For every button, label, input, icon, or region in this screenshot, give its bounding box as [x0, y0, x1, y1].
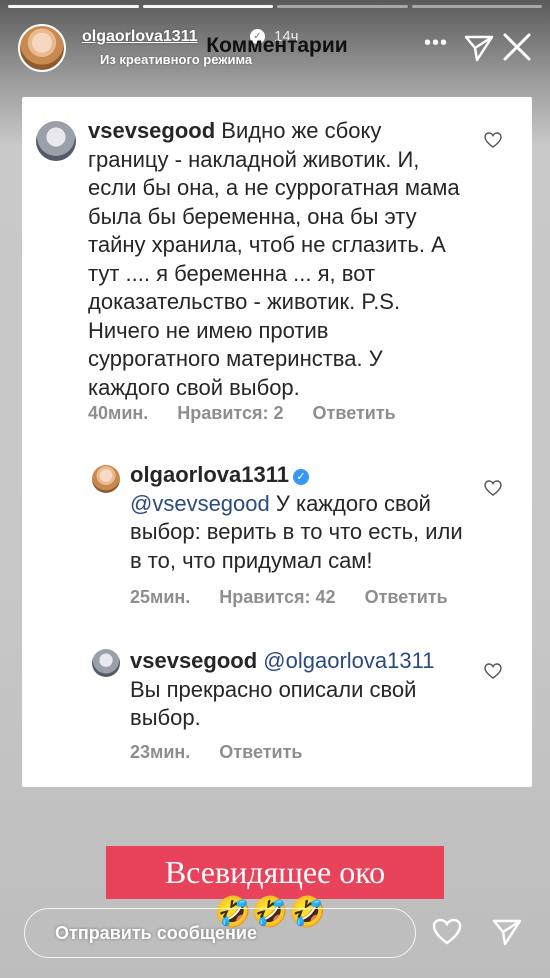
comment-mention[interactable]: @olgaorlova1311	[263, 648, 434, 673]
comment-meta: 25мин. Нравится: 42 Ответить	[130, 587, 472, 608]
progress-segment	[8, 5, 139, 8]
caption-sticker: Всевидящее око	[106, 846, 444, 899]
commenter-avatar[interactable]	[92, 465, 120, 493]
more-icon[interactable]: •••	[424, 32, 448, 55]
story-progress	[8, 5, 542, 8]
comments-title: Комментарии	[206, 34, 348, 57]
message-placeholder: Отправить сообщение	[55, 923, 257, 943]
comment-meta: 23мин. Ответить	[130, 742, 326, 763]
send-icon[interactable]	[492, 918, 522, 946]
comment-time: 25мин.	[130, 587, 191, 607]
comment-likes[interactable]: Нравится: 2	[177, 403, 283, 423]
reply-button[interactable]: Ответить	[365, 587, 448, 607]
comment-text: vsevsegood @olgaorlova1311 Вы прекрасно …	[130, 647, 470, 733]
comment-username[interactable]: vsevsegood	[130, 648, 257, 673]
comment-text: olgaorlova1311 ✓ @vsevsegood У каждого св…	[130, 461, 470, 575]
commenter-avatar[interactable]	[92, 649, 120, 677]
comment-time: 40мин.	[88, 403, 149, 423]
reply-button[interactable]: Ответить	[219, 742, 302, 762]
comment-meta: 40мин. Нравится: 2 Ответить	[88, 403, 420, 424]
comment-body: Вы прекрасно описали свой выбор.	[130, 676, 417, 731]
comment-time: 23мин.	[130, 742, 191, 762]
progress-segment	[277, 5, 408, 8]
close-icon[interactable]	[502, 32, 532, 62]
comment-username[interactable]: vsevsegood	[88, 118, 215, 143]
heart-icon[interactable]	[484, 132, 502, 149]
heart-icon[interactable]	[484, 480, 502, 497]
comment-likes[interactable]: Нравится: 42	[219, 587, 335, 607]
reply-button[interactable]: Ответить	[313, 403, 396, 423]
story-header: olgaorlova1311 ✓ 14ч Из креативного режи…	[18, 22, 536, 74]
comment-text: vsevsegood Видно же сбоку границу - накл…	[88, 117, 460, 402]
progress-segment	[411, 5, 542, 8]
commenter-avatar[interactable]	[36, 121, 76, 161]
comment-mention[interactable]: @vsevsegood	[130, 491, 270, 516]
comment-username[interactable]: olgaorlova1311	[130, 462, 289, 487]
comments-card: vsevsegood Видно же сбоку границу - накл…	[22, 97, 532, 787]
heart-icon[interactable]	[484, 663, 502, 680]
send-icon[interactable]	[464, 34, 494, 62]
comment-body: Видно же сбоку границу - накладной живот…	[88, 118, 460, 400]
message-input[interactable]: Отправить сообщение	[24, 908, 416, 958]
progress-segment	[142, 5, 273, 8]
verified-icon: ✓	[292, 469, 309, 485]
heart-icon[interactable]	[432, 918, 462, 946]
